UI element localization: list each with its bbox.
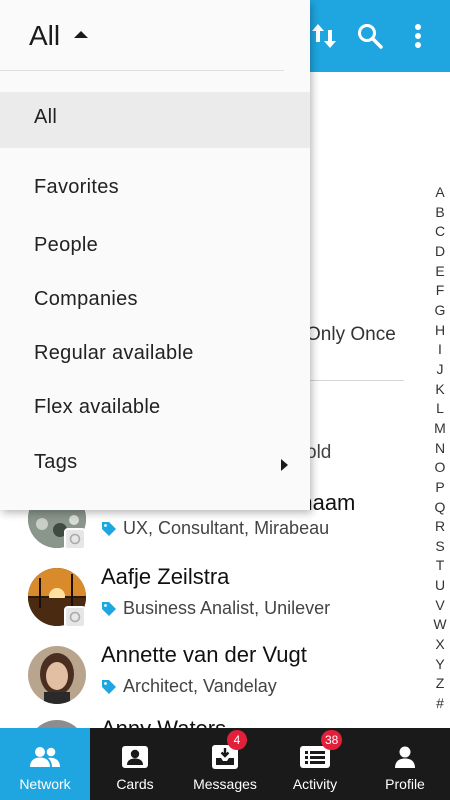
sort-icon <box>312 24 336 48</box>
index-letter[interactable]: Y <box>435 655 444 675</box>
person-icon <box>393 742 417 772</box>
index-letter[interactable]: H <box>435 321 445 341</box>
index-letter[interactable]: Z <box>436 674 445 694</box>
sort-button[interactable] <box>304 14 344 58</box>
index-letter[interactable]: U <box>435 576 445 596</box>
index-letter[interactable]: R <box>435 517 445 537</box>
filter-option-tags[interactable]: Tags <box>0 437 310 493</box>
filter-option-label: Flex available <box>34 396 161 418</box>
filter-option-regular-available[interactable]: Regular available <box>0 328 310 384</box>
search-icon <box>358 24 383 49</box>
filter-option-label: Favorites <box>34 176 119 198</box>
tag-icon <box>102 679 116 694</box>
filter-dropdown: All All Favorites People Companies Regul… <box>0 0 310 510</box>
filter-option-favorites[interactable]: Favorites <box>0 162 310 218</box>
nav-label: Profile <box>385 776 425 792</box>
index-letter[interactable]: B <box>435 203 444 223</box>
index-letter[interactable]: J <box>437 360 444 380</box>
nav-label: Cards <box>116 776 154 792</box>
index-letter[interactable]: I <box>438 340 442 360</box>
source-badge <box>64 606 86 628</box>
nav-label: Activity <box>292 776 338 792</box>
caret-up-icon <box>74 31 88 38</box>
contact-tags-text: UX, Consultant, Mirabeau <box>123 518 330 538</box>
people-icon <box>28 742 62 772</box>
bottom-navigation: Network Cards 4 Messages 38 Activity Pro… <box>0 728 450 800</box>
nav-label: Network <box>19 776 71 792</box>
link-icon <box>69 611 81 623</box>
index-letter[interactable]: W <box>433 615 446 635</box>
index-letter[interactable]: Q <box>435 498 446 518</box>
background-divider <box>296 380 404 381</box>
tag-icon <box>102 601 116 616</box>
filter-option-flex-available[interactable]: Flex available <box>0 382 310 438</box>
tag-icon <box>102 521 116 536</box>
index-letter[interactable]: P <box>435 478 444 498</box>
divider <box>0 70 284 71</box>
filter-option-companies[interactable]: Companies <box>0 274 310 330</box>
contact-name: Annette van der Vugt <box>101 642 307 667</box>
index-letter[interactable]: # <box>436 694 444 714</box>
filter-option-label: All <box>34 106 58 128</box>
filter-dropdown-toggle[interactable]: All <box>0 0 310 72</box>
activity-count-badge: 38 <box>321 730 343 750</box>
alphabet-index[interactable]: A B C D E F G H I J K L M N O P Q R S T U V W X Y Z # <box>430 183 450 714</box>
nav-cards[interactable]: Cards <box>90 728 180 800</box>
contact-name: Aafje Zeilstra <box>101 564 230 589</box>
contact-card-icon <box>121 742 149 772</box>
filter-option-label: Tags <box>34 451 78 473</box>
filter-option-label: Regular available <box>34 342 194 364</box>
contact-tags: Architect, Vandelay <box>101 676 277 697</box>
index-letter[interactable]: D <box>435 242 445 262</box>
filter-option-all[interactable]: All <box>0 92 310 148</box>
contact-row[interactable]: Annette van der Vugt Architect, Vandelay <box>0 642 420 714</box>
index-letter[interactable]: F <box>436 281 445 301</box>
nav-label: Messages <box>193 776 257 792</box>
link-icon <box>69 533 81 545</box>
index-letter[interactable]: X <box>435 635 444 655</box>
inbox-icon: 4 <box>211 730 247 772</box>
index-letter[interactable]: M <box>434 419 446 439</box>
source-badge <box>64 528 86 550</box>
filter-option-label: People <box>34 234 99 256</box>
contact-tags-text: Architect, Vandelay <box>123 676 277 696</box>
contact-row[interactable]: Aafje Zeilstra Business Analist, Unileve… <box>0 564 420 636</box>
index-letter[interactable]: S <box>435 537 444 557</box>
index-letter[interactable]: T <box>436 556 445 576</box>
index-letter[interactable]: E <box>435 262 444 282</box>
index-letter[interactable]: V <box>435 596 444 616</box>
filter-option-label: Companies <box>34 288 138 310</box>
nav-messages[interactable]: 4 Messages <box>180 728 270 800</box>
nav-network[interactable]: Network <box>0 728 90 800</box>
nav-profile[interactable]: Profile <box>360 728 450 800</box>
index-letter[interactable]: L <box>436 399 444 419</box>
activity-list-icon: 38 <box>299 730 343 772</box>
background-partial-text: Only Once <box>306 324 396 345</box>
avatar <box>28 646 86 704</box>
more-options-button[interactable] <box>398 14 438 58</box>
filter-option-people[interactable]: People <box>0 220 310 276</box>
filter-current-value: All <box>29 20 61 51</box>
submenu-arrow-icon <box>281 459 288 471</box>
more-vert-icon <box>415 24 421 48</box>
contact-tags-text: Business Analist, Unilever <box>123 598 331 618</box>
index-letter[interactable]: N <box>435 439 445 459</box>
index-letter[interactable]: K <box>435 380 444 400</box>
index-letter[interactable]: A <box>435 183 444 203</box>
search-button[interactable] <box>350 14 390 58</box>
contact-tags: Business Analist, Unilever <box>101 598 330 619</box>
contact-tags: UX, Consultant, Mirabeau <box>101 518 329 539</box>
index-letter[interactable]: G <box>435 301 446 321</box>
messages-count-badge: 4 <box>227 730 247 750</box>
nav-activity[interactable]: 38 Activity <box>270 728 360 800</box>
index-letter[interactable]: C <box>435 222 445 242</box>
index-letter[interactable]: O <box>435 458 446 478</box>
